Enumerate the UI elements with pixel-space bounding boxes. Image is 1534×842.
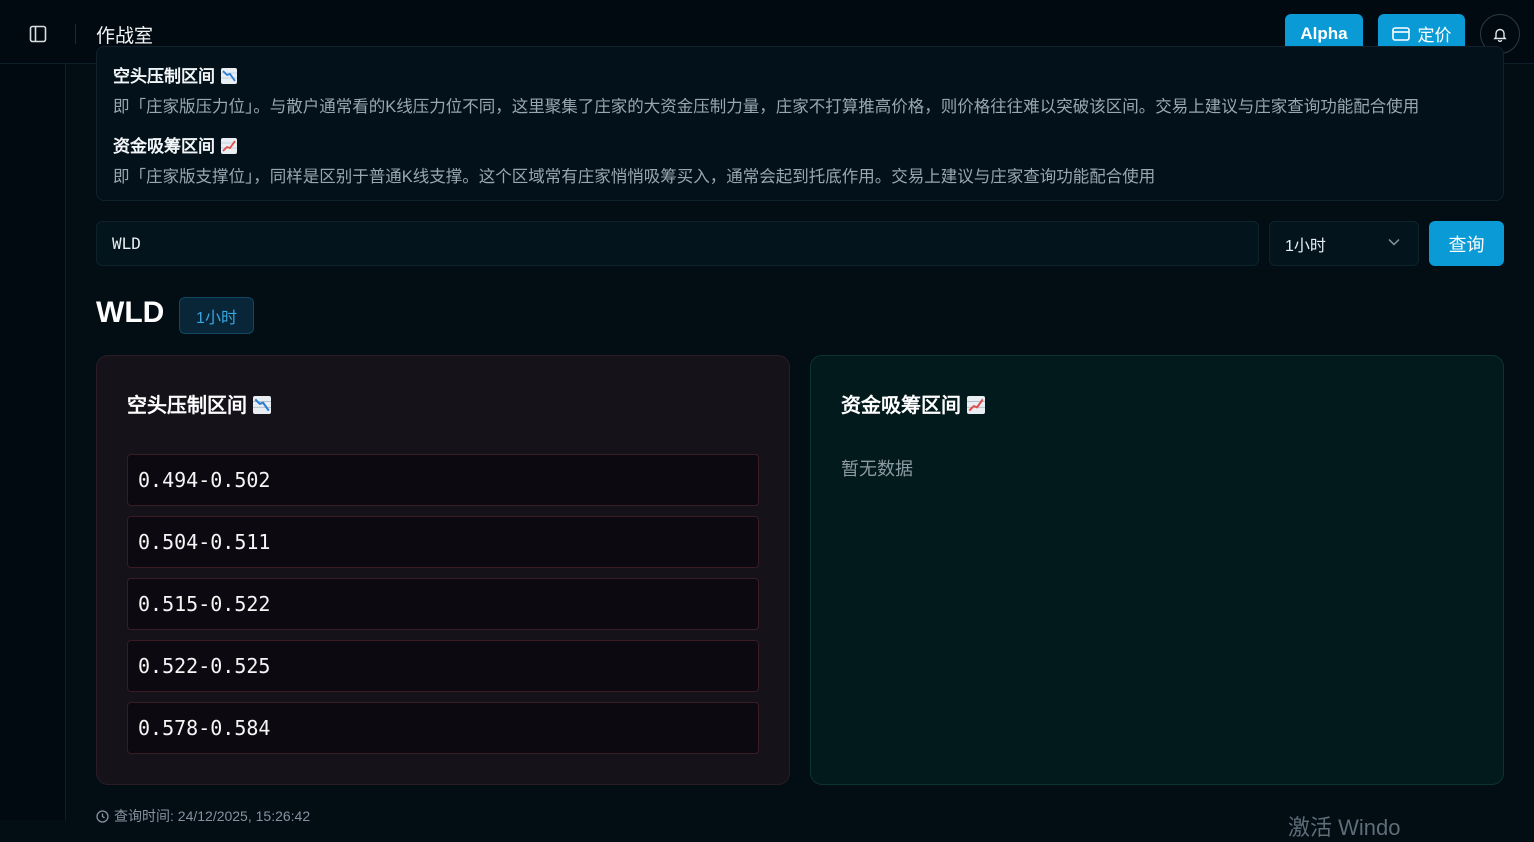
bear-zone-card: 空头压制区间 0.494-0.502 0.504-0.511 0.515-0.5…	[96, 355, 790, 785]
credit-card-icon	[1391, 26, 1410, 41]
pricing-label: 定价	[1417, 26, 1452, 45]
info-bear-heading: 空头压制区间	[113, 62, 237, 87]
chart-increasing-icon	[221, 138, 237, 154]
header-divider	[75, 24, 76, 44]
left-sidebar	[0, 64, 66, 820]
interval-badge: 1小时	[179, 297, 254, 334]
query-time: 查询时间: 24/12/2025, 15:26:42	[96, 806, 310, 826]
bull-card-heading: 资金吸筹区间	[841, 389, 985, 418]
info-bear-description: 即「庄家版压力位」。与散户通常看的K线压力位不同，这里聚集了庄家的大资金压制力量…	[113, 98, 1420, 116]
bear-range-item: 0.522-0.525	[127, 640, 759, 692]
sidebar-toggle-icon[interactable]	[24, 20, 52, 48]
activate-windows-watermark: 激活 Windo	[1288, 815, 1401, 840]
info-bull-title: 资金吸筹区间	[113, 137, 215, 156]
clock-icon	[96, 809, 109, 823]
bear-range-item: 0.515-0.522	[127, 578, 759, 630]
bear-range-item: 0.494-0.502	[127, 454, 759, 506]
bear-card-title: 空头压制区间	[127, 395, 247, 417]
info-bear-title: 空头压制区间	[113, 67, 215, 86]
query-button[interactable]: 查询	[1429, 221, 1504, 266]
bell-icon	[1493, 28, 1507, 42]
query-time-text: 查询时间: 24/12/2025, 15:26:42	[114, 808, 311, 824]
interval-select[interactable]: 1小时	[1269, 221, 1419, 266]
result-symbol: WLD	[96, 296, 165, 329]
chart-decreasing-icon	[253, 396, 271, 414]
bull-card-title: 资金吸筹区间	[841, 395, 961, 417]
info-bull-heading: 资金吸筹区间	[113, 132, 237, 157]
bull-empty-text: 暂无数据	[841, 459, 913, 479]
interval-select-value: 1小时	[1285, 237, 1326, 255]
chart-increasing-icon	[967, 396, 985, 414]
chevron-down-icon	[1388, 238, 1400, 246]
bear-range-item: 0.504-0.511	[127, 516, 759, 568]
page-title: 作战室	[96, 26, 154, 47]
bear-card-heading: 空头压制区间	[127, 389, 271, 418]
chart-decreasing-icon	[221, 68, 237, 84]
info-panel: 空头压制区间 即「庄家版压力位」。与散户通常看的K线压力位不同，这里聚集了庄家的…	[96, 46, 1504, 201]
bear-range-item: 0.578-0.584	[127, 702, 759, 754]
bull-zone-card: 资金吸筹区间 暂无数据	[810, 355, 1504, 785]
info-bull-description: 即「庄家版支撑位」，同样是区别于普通K线支撑。这个区域常有庄家悄悄吸筹买入，通常…	[113, 168, 1156, 186]
symbol-search-input[interactable]	[96, 221, 1259, 266]
